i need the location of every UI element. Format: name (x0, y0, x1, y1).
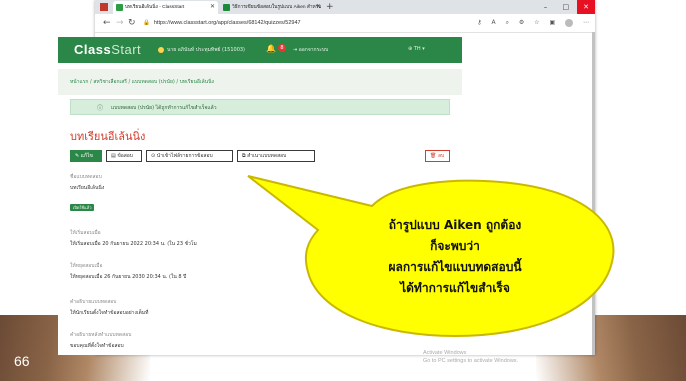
tab-bar: บทเรียนอีเล้นนิ่ง - ClassStart ✕ วิธีการ… (95, 0, 595, 14)
read-aloud-icon[interactable]: A (492, 17, 496, 29)
tab-aiken-guide[interactable]: วิธีการเขียนข้อสอบในรูปแบบ Aiken สำหรับ … (220, 1, 324, 14)
after-quiz-label: คำอธิบายหลังทำแบบทดสอบ (70, 332, 132, 338)
copy-label: สำเนาแบบทดสอบ (247, 153, 287, 159)
main-content: หน้าแรก / สหวิชาเลือกเสรี / แบบทดสอบ (ปร… (58, 63, 462, 355)
user-avatar-icon (158, 46, 164, 53)
delete-button[interactable]: 🗑 ลบ (425, 150, 450, 162)
status-badge: เปิดใช้แล้ว (70, 204, 95, 211)
quiz-name-field: ชื่อแบบทดสอบ บทเรียนอีเล้นนิ่ง (70, 173, 104, 192)
slide-number: 66 (14, 353, 30, 369)
description-label: คำอธิบายแบบทดสอบ (70, 299, 117, 305)
open-time-value: ให้เริ่มสอบเมื่อ 20 กันยายน 2022 20:34 น… (70, 241, 197, 247)
browser-toolbar: ⚷ A ⌕ ⚙ ☆ ▣ ⋯ (469, 17, 589, 29)
description-value: ให้นักเรียนตั้งใจทำข้อสอบอย่างเต็มที่ (70, 310, 149, 316)
watermark-line-2: Go to PC settings to activate Windows. (423, 358, 519, 364)
more-menu-icon[interactable]: ⋯ (583, 17, 589, 29)
callout-line-3: ผลการแก้ไขแบบทดสอบนี้ (388, 260, 522, 274)
maximize-button[interactable]: □ (557, 0, 575, 14)
breadcrumb: หน้าแรก / สหวิชาเลือกเสรี / แบบทดสอบ (ปร… (58, 69, 462, 95)
callout-line-2: ก็จะพบว่า (430, 239, 480, 253)
slide: 66 บทเรียนอีเล้นนิ่ง - ClassStart ✕ วิธี… (0, 0, 686, 381)
close-tab-icon[interactable]: ✕ (316, 1, 321, 14)
info-icon: ⓘ (97, 105, 104, 112)
logout-label: ออกจากระบบ (298, 47, 329, 53)
success-alert: ⓘ แบบทดสอบ (ปรนัย) ได้ถูกทำการแก้ไขสำเร็… (70, 99, 450, 115)
import-label: นำเข้าไฟล์รายการข้อสอบ (156, 153, 213, 159)
key-icon[interactable]: ⚷ (477, 17, 481, 29)
close-tab-icon[interactable]: ✕ (210, 1, 215, 14)
back-icon[interactable]: ← (103, 16, 111, 30)
tab-label: วิธีการเขียนข้อสอบในรูปแบบ Aiken สำหรับ (232, 5, 322, 10)
copy-quiz-button[interactable]: ⧉ สำเนาแบบทดสอบ (237, 150, 315, 162)
forward-icon[interactable]: → (116, 16, 124, 30)
edit-button[interactable]: ✎ แก้ไข (70, 150, 102, 162)
breadcrumb-text[interactable]: หน้าแรก / สหวิชาเลือกเสรี / แบบทดสอบ (ปร… (70, 78, 214, 86)
url-text: https://www.classstart.org/app/classes/6… (153, 20, 301, 26)
import-questions-button[interactable]: ⊙ นำเข้าไฟล์รายการข้อสอบ (146, 150, 233, 162)
logo-main: Class (74, 42, 112, 57)
questions-label: ข้อสอบ (117, 153, 133, 159)
close-time-field: ให้หยุดสอบเมื่อ ให้หยุดสอบเมื่อ 26 กันยา… (70, 262, 186, 281)
watermark-line-1: Activate Windows (423, 350, 467, 356)
classstart-logo[interactable]: ClassStart (74, 42, 141, 57)
logout-link[interactable]: ⇥ ออกจากระบบ (293, 46, 328, 54)
notification-badge: 8 (278, 44, 286, 52)
callout-text: ถ้ารูปแบบ Aiken ถูกต้อง ก็จะพบว่า ผลการแ… (345, 215, 565, 299)
quiz-name-label: ชื่อแบบทดสอบ (70, 174, 102, 180)
page-scrollbar[interactable] (592, 32, 595, 355)
tab-label: บทเรียนอีเล้นนิ่ง - ClassStart (125, 5, 185, 10)
user-name: นาย อภินันท์ ประทุมทิพย์ (151003) (167, 47, 246, 53)
collections-icon[interactable]: ▣ (549, 17, 555, 29)
page-title: บทเรียนอีเล้นนิ่ง (70, 130, 146, 143)
favorite-star-icon[interactable]: ☆ (534, 17, 539, 29)
quiz-name-value: บทเรียนอีเล้นนิ่ง (70, 185, 105, 191)
user-menu[interactable]: นาย อภินันท์ ประทุมทิพย์ (151003) (158, 46, 245, 54)
callout-line-4: ได้ทำการแก้ไขสำเร็จ (400, 281, 510, 295)
language-selector[interactable]: ⊕ TH ▾ (408, 46, 425, 52)
notification-bell-icon[interactable]: 🔔 (266, 44, 276, 53)
edit-label: แก้ไข (80, 153, 93, 159)
new-tab-button[interactable]: + (326, 1, 334, 13)
extensions-icon[interactable]: ⚙ (519, 17, 524, 29)
close-time-value: ให้หยุดสอบเมื่อ 26 กันยายน 2030 20:34 น.… (70, 274, 187, 280)
after-quiz-field: คำอธิบายหลังทำแบบทดสอบ ขอบคุณที่ตั้งใจทำ… (70, 331, 131, 350)
zoom-icon[interactable]: ⌕ (506, 17, 509, 29)
profile-avatar-icon[interactable] (565, 18, 574, 27)
activate-windows-watermark: Activate Windows Go to PC settings to ac… (423, 349, 518, 365)
refresh-icon[interactable]: ↻ (128, 16, 136, 30)
questions-button[interactable]: ▤ ข้อสอบ (106, 150, 142, 162)
window-controls: – □ ✕ (537, 0, 595, 14)
url-field[interactable]: 🔒 https://www.classstart.org/app/classes/… (143, 17, 301, 29)
after-quiz-value: ขอบคุณที่ตั้งใจทำข้อสอบ (70, 343, 124, 349)
site-header: ClassStart นาย อภินันท์ ประทุมทิพย์ (151… (58, 37, 462, 63)
logo-accent: Start (111, 42, 142, 57)
address-bar-row: ← → ↻ 🔒 https://www.classstart.org/app/cl… (95, 14, 595, 33)
window-menu-icon[interactable] (100, 3, 108, 11)
alert-text: แบบทดสอบ (ปรนัย) ได้ถูกทำการแก้ไขสำเร็จแ… (111, 105, 217, 111)
minimize-button[interactable]: – (537, 0, 555, 14)
delete-label: ลบ (437, 153, 445, 159)
open-time-field: ให้เริ่มสอบเมื่อ ให้เริ่มสอบเมื่อ 20 กัน… (70, 229, 197, 248)
close-time-label: ให้หยุดสอบเมื่อ (70, 263, 103, 269)
open-time-label: ให้เริ่มสอบเมื่อ (70, 230, 101, 236)
language-label: TH (413, 46, 421, 52)
close-window-button[interactable]: ✕ (577, 0, 595, 14)
page-favicon-icon (223, 4, 230, 11)
description-field: คำอธิบายแบบทดสอบ ให้นักเรียนตั้งใจทำข้อส… (70, 298, 148, 317)
lock-icon: 🔒 (143, 20, 150, 26)
callout-line-1: ถ้ารูปแบบ Aiken ถูกต้อง (388, 218, 522, 232)
tab-classstart[interactable]: บทเรียนอีเล้นนิ่ง - ClassStart ✕ (113, 1, 218, 14)
classstart-favicon-icon (116, 4, 123, 11)
